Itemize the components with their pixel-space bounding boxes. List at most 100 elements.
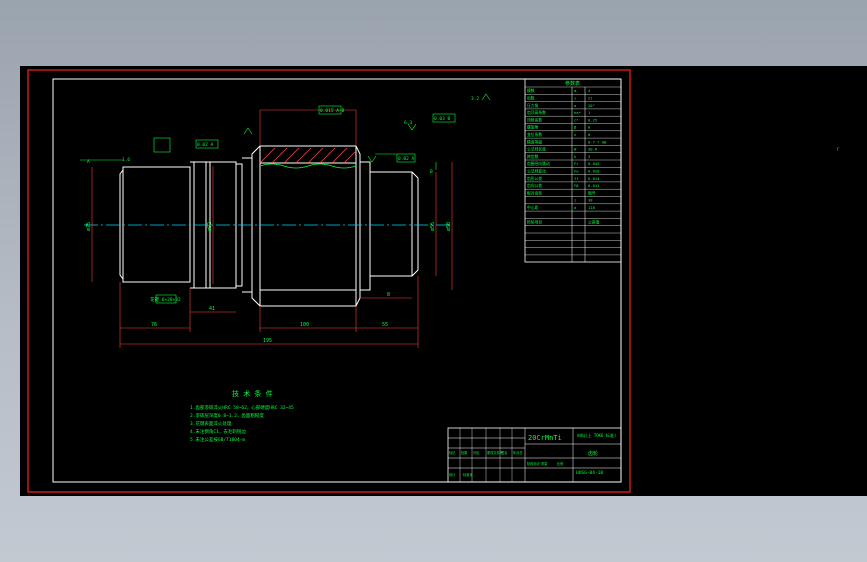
dim-left-length: 76 — [151, 322, 157, 328]
param-symbol: α — [574, 103, 577, 108]
material-note: 材料(上 TOK6 标准) — [577, 432, 616, 438]
param-value: 1 — [588, 110, 591, 115]
param-value: 图号 — [588, 190, 596, 195]
part-name: 齿轮 — [588, 450, 598, 457]
dim-right-diameter: ø55 — [430, 222, 436, 231]
param-symbol: Fr — [574, 161, 579, 166]
param-value: 118 — [588, 205, 596, 210]
title-cells: 标记 处数 分区 更改文件号签名 年月日设计 标准化阶段标记 重量 比例 — [449, 450, 563, 477]
param-symbol: a — [574, 205, 576, 210]
gdt-frame-1: 0.02 A — [197, 142, 214, 148]
gear-hatch — [259, 147, 357, 164]
param-symbol: Fw — [574, 169, 579, 174]
param-value: 0.011 — [588, 183, 600, 188]
spline-note: 花键 6×28×32 — [150, 296, 181, 303]
param-symbol: x — [574, 132, 577, 137]
tech-note-5: 5.未注公差按GB/T1804-m — [190, 436, 245, 443]
dimension-texts: 195 76 100 55 41 8 ø75 ø92 ø55 ø50 — [86, 222, 452, 344]
param-name: 精度等级 — [527, 139, 542, 144]
break-line — [259, 163, 357, 169]
part-outline — [119, 145, 419, 307]
param-symbol: c* — [574, 117, 579, 122]
param-name: 齿向公差 — [527, 183, 542, 188]
param-value: 0.028 — [588, 169, 600, 174]
tech-note-1: 1.齿部渗碳淬火HRC 58~62，心部硬度HRC 32~45 — [190, 404, 294, 411]
tech-note-3: 3.花键表面淬火处理 — [190, 420, 232, 427]
param-value: 8-7-7 GB — [588, 139, 607, 144]
title-cell-label: 年月日 — [513, 450, 523, 455]
param-name: 配对齿轮 — [527, 190, 542, 195]
param-name: 跨齿数 — [527, 154, 539, 159]
param-name: 螺旋角 — [527, 125, 539, 130]
param-symbol: ha* — [574, 110, 581, 115]
param-name: 齿顶高系数 — [527, 110, 546, 115]
param-symbol: ff — [574, 176, 579, 181]
title-cell-label: 分区 — [473, 450, 480, 455]
dim-left-diameter: ø75 — [86, 222, 92, 231]
cad-drawing: r 195 76 100 55 41 8 ø75 ø92 ø55 ø50 A B… — [27, 69, 840, 493]
param-value: 0 — [588, 125, 591, 130]
gdt-frame-3: 0.03 B — [434, 116, 451, 122]
param-value: 38 — [588, 198, 593, 203]
dim-spline-length: 41 — [209, 306, 215, 312]
datum-a-label: A — [87, 159, 90, 165]
param-symbol: m — [574, 88, 577, 93]
param-symbol: Fβ — [574, 183, 579, 188]
param-name: 顶隙系数 — [527, 117, 542, 122]
title-block-cell: 重量 — [541, 461, 548, 466]
param-table-title: 参数表 — [565, 80, 580, 87]
param-name: 压力角 — [527, 103, 539, 108]
param-value: 30.6 — [588, 147, 598, 152]
datum-b-label: B — [430, 169, 433, 175]
gdt-frame-4: 0.02 A — [398, 156, 415, 162]
param-name: 公法线长度 — [527, 147, 546, 152]
param-symbol: β — [574, 125, 577, 130]
param-symbol: z — [574, 198, 576, 203]
roughness-right: 6.3 — [404, 120, 412, 126]
title-block: 标记 处数 分区 更改文件号签名 年月日设计 标准化阶段标记 重量 比例 20CrMnTi 材… — [447, 427, 622, 483]
dim-center-length: 100 — [300, 322, 309, 328]
param-name: 检验项目 — [527, 220, 542, 225]
gdt-texts: A B 0.02 A 0.015 A-B 0.03 B 0.02 A 花键 6×… — [87, 96, 479, 303]
param-rows: 模数 m 4 齿数 z 21 压力角 α 20° 齿顶高系数 ha* 1 顶隙系数 c* 0.25 螺旋角 β 0… — [525, 86, 621, 256]
param-name: 变位系数 — [527, 132, 542, 137]
roughness-left: 1.6 — [122, 157, 130, 163]
title-block-cell: 阶段标记 — [527, 461, 541, 466]
dim-right-length: 55 — [382, 322, 388, 328]
cad-viewport[interactable]: r 195 76 100 55 41 8 ø75 ø92 ø55 ø50 A B… — [20, 66, 867, 496]
title-cell-label: 处数 — [461, 450, 468, 455]
param-name: 齿形公差 — [527, 176, 542, 181]
param-value: 20° — [588, 103, 595, 108]
gdt-annotations — [80, 93, 491, 304]
param-name: 中心距 — [527, 205, 539, 210]
param-value: 公差值 — [588, 220, 600, 225]
param-symbol: W — [574, 147, 577, 152]
param-value: 4 — [588, 88, 591, 93]
title-cell-label: 签名 — [501, 450, 507, 455]
tech-note-4: 4.未注倒角C1，去毛刺锐边 — [190, 428, 246, 435]
material-label: 20CrMnTi — [528, 434, 562, 442]
drawing-number: UUSG-04-10 — [576, 470, 603, 476]
tech-requirements: 技 术 条 件 1.齿部渗碳淬火HRC 58~62，心部硬度HRC 32~45 … — [190, 389, 294, 443]
side-marker: r — [836, 146, 840, 153]
dim-overall-length: 195 — [263, 338, 272, 344]
param-symbol: z — [574, 96, 576, 101]
param-symbol: k — [574, 154, 577, 159]
param-value: 3 — [588, 154, 590, 159]
param-name: 公法线变动 — [527, 169, 546, 174]
param-value: 0 — [588, 132, 591, 137]
param-value: 21 — [588, 96, 593, 101]
param-name: 模数 — [527, 88, 535, 93]
title-block-cell: 比例 — [557, 461, 563, 466]
parameter-table: 参数表 模数 m 4 齿数 z 21 压力角 α 20° 齿顶高系数 ha* 1 顶隙系数 c* 0.25 螺… — [524, 78, 622, 263]
title-block-cell: 标准化 — [463, 472, 473, 477]
title-block-cell: 设计 — [449, 472, 456, 477]
title-cell-label: 标记 — [449, 450, 456, 455]
tech-title: 技 术 条 件 — [232, 389, 273, 398]
param-value: 0.25 — [588, 117, 597, 122]
tech-note-2: 2.渗碳层深度0.8~1.2，齿面粗糙度 — [190, 412, 264, 419]
dim-shaft-diameter: ø50 — [446, 222, 452, 231]
param-value: 0.045 — [588, 161, 599, 166]
dim-gear-diameter: ø92 — [207, 222, 213, 231]
param-value: 0.014 — [588, 176, 600, 181]
